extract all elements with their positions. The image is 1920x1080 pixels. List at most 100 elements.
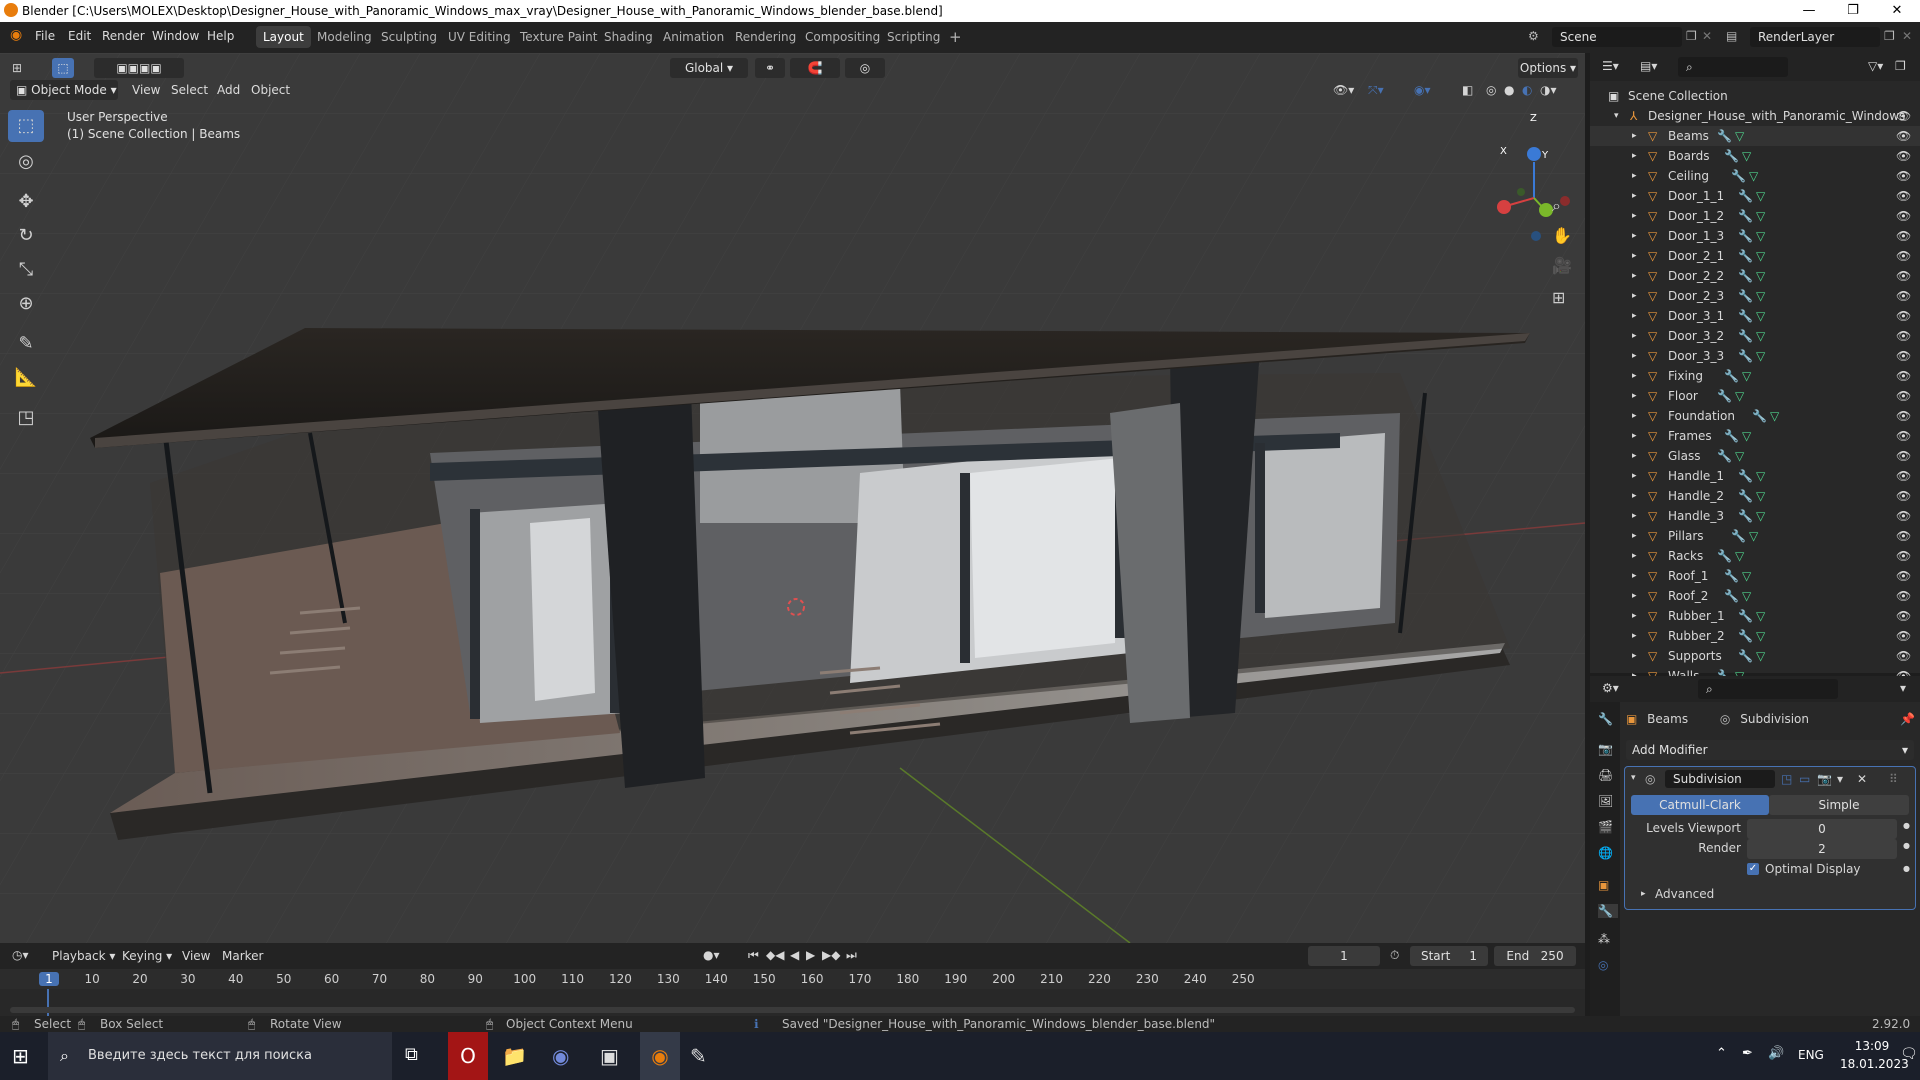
mesh-data-icon[interactable]: ▽ xyxy=(1756,486,1765,506)
mesh-data-icon[interactable]: ▽ xyxy=(1756,466,1765,486)
outliner-collection-row[interactable]: ▾ ⅄ Designer_House_with_Panoramic_Window… xyxy=(1590,106,1920,126)
mesh-data-icon[interactable]: ▽ xyxy=(1742,566,1751,586)
minimize-button[interactable]: — xyxy=(1787,1,1831,21)
ortho-grid-icon[interactable]: ⊞ xyxy=(1552,288,1565,307)
mesh-data-icon[interactable]: ▽ xyxy=(1749,526,1758,546)
outliner-object-row[interactable]: ▸ ▽ Door_1_1 🔧 ▽ 👁 xyxy=(1590,186,1920,206)
outliner-object-row[interactable]: ▸ ▽ Glass 🔧 ▽ 👁 xyxy=(1590,446,1920,466)
next-keyframe-icon[interactable]: ▶◆ xyxy=(822,948,840,962)
modifier-wrench-icon[interactable]: 🔧 xyxy=(1738,246,1753,266)
visibility-eye-icon[interactable]: 👁 xyxy=(1896,506,1911,526)
simple-button[interactable]: Simple xyxy=(1769,795,1909,815)
volume-icon[interactable]: 🔊 xyxy=(1768,1046,1784,1061)
outliner-object-row[interactable]: ▸ ▽ Rubber_2 🔧 ▽ 👁 xyxy=(1590,626,1920,646)
display-mode-icon[interactable]: ▤▾ xyxy=(1640,59,1657,73)
select-box-tool-icon[interactable]: ⬚ xyxy=(8,110,44,142)
proportional-edit-icon[interactable]: ◎ xyxy=(845,58,885,78)
editor-type-icon[interactable]: ⊞ xyxy=(12,61,22,75)
tool-tab-icon[interactable]: 🔧 xyxy=(1598,712,1613,726)
expand-icon[interactable]: ▸ xyxy=(1632,286,1637,306)
modifier-wrench-icon[interactable]: 🔧 xyxy=(1738,306,1753,326)
outliner-object-row[interactable]: ▸ ▽ Door_2_2 🔧 ▽ 👁 xyxy=(1590,266,1920,286)
clock-time[interactable]: 13:09 xyxy=(1842,1039,1902,1053)
advanced-label[interactable]: Advanced xyxy=(1655,887,1714,901)
modifier-wrench-icon[interactable]: 🔧 xyxy=(1738,506,1753,526)
pan-hand-icon[interactable]: ✋ xyxy=(1552,226,1572,245)
visibility-eye-icon[interactable]: 👁 xyxy=(1896,386,1911,406)
expand-icon[interactable]: ▸ xyxy=(1632,446,1637,466)
transform-tool-icon[interactable]: ⊕ xyxy=(8,288,44,320)
properties-search-input[interactable]: ⌕ xyxy=(1698,679,1838,699)
modifier-menu-icon[interactable]: ▾ xyxy=(1837,772,1843,786)
viewport-toggle-icon[interactable]: ▭ xyxy=(1799,772,1810,786)
record-icon[interactable]: ●▾ xyxy=(703,948,720,962)
new-view-layer-icon[interactable]: ❐ xyxy=(1884,29,1895,43)
outliner-object-row[interactable]: ▸ ▽ Door_3_3 🔧 ▽ 👁 xyxy=(1590,346,1920,366)
outliner-object-row[interactable]: ▸ ▽ Handle_2 🔧 ▽ 👁 xyxy=(1590,486,1920,506)
keyframe-dot-icon[interactable]: ● xyxy=(1903,821,1910,830)
modifier-wrench-icon[interactable]: 🔧 xyxy=(1738,486,1753,506)
outliner-object-row[interactable]: ▸ ▽ Door_1_2 🔧 ▽ 👁 xyxy=(1590,206,1920,226)
mesh-data-icon[interactable]: ▽ xyxy=(1756,186,1765,206)
expand-icon[interactable]: ▸ xyxy=(1632,146,1637,166)
clock-date[interactable]: 18.01.2023 xyxy=(1840,1057,1909,1071)
mesh-data-icon[interactable]: ▽ xyxy=(1756,226,1765,246)
menu-render[interactable]: Render xyxy=(102,29,145,43)
particles-tab-icon[interactable]: ⁂ xyxy=(1598,932,1610,946)
scale-tool-icon[interactable]: ⤡ xyxy=(8,254,44,286)
mesh-data-icon[interactable]: ▽ xyxy=(1735,386,1744,406)
render-toggle-icon[interactable]: 📷 xyxy=(1817,772,1832,786)
visibility-eye-icon[interactable]: 👁 xyxy=(1896,226,1911,246)
menu-edit[interactable]: Edit xyxy=(68,29,91,43)
select-mode-icon[interactable]: ⬚ xyxy=(52,58,74,78)
jump-start-icon[interactable]: ⏮ xyxy=(748,948,759,963)
mesh-data-icon[interactable]: ▽ xyxy=(1742,426,1751,446)
expand-icon[interactable]: ▸ xyxy=(1632,346,1637,366)
modifier-wrench-icon[interactable]: 🔧 xyxy=(1731,526,1746,546)
mesh-data-icon[interactable]: ▽ xyxy=(1756,646,1765,666)
modifier-wrench-icon[interactable]: 🔧 xyxy=(1731,166,1746,186)
visibility-eye-icon[interactable]: 👁 xyxy=(1896,166,1911,186)
prev-keyframe-icon[interactable]: ◆◀ xyxy=(766,948,784,962)
end-frame-field[interactable]: End 250 xyxy=(1494,946,1576,966)
edit-mode-toggle-icon[interactable]: ◳ xyxy=(1781,772,1792,786)
expand-icon[interactable]: ▸ xyxy=(1632,226,1637,246)
mesh-data-icon[interactable]: ▽ xyxy=(1756,606,1765,626)
delete-scene-icon[interactable]: ✕ xyxy=(1702,29,1712,43)
tab-sculpting[interactable]: Sculpting xyxy=(374,26,444,48)
modifier-wrench-icon[interactable]: 🔧 xyxy=(1738,346,1753,366)
modifier-wrench-icon[interactable]: 🔧 xyxy=(1724,586,1739,606)
jump-end-icon[interactable]: ⏭ xyxy=(846,948,857,963)
view-layer-field[interactable]: RenderLayer xyxy=(1750,27,1880,47)
expand-icon[interactable]: ▸ xyxy=(1632,546,1637,566)
mesh-data-icon[interactable]: ▽ xyxy=(1735,446,1744,466)
outliner-object-row[interactable]: ▸ ▽ Fixing 🔧 ▽ 👁 xyxy=(1590,366,1920,386)
outliner-object-row[interactable]: ▸ ▽ Racks 🔧 ▽ 👁 xyxy=(1590,546,1920,566)
modifier-wrench-icon[interactable]: 🔧 xyxy=(1738,466,1753,486)
modifier-wrench-icon[interactable]: 🔧 xyxy=(1724,146,1739,166)
gizmo-toggle-icon[interactable]: ⤧▾ xyxy=(1368,83,1384,98)
overlay-toggle-icon[interactable]: ◉▾ xyxy=(1414,83,1431,97)
blender-menu-icon[interactable]: ◉ xyxy=(10,27,22,43)
outliner-object-row[interactable]: ▸ ▽ Pillars 🔧 ▽ 👁 xyxy=(1590,526,1920,546)
mesh-data-icon[interactable]: ▽ xyxy=(1742,146,1751,166)
close-button[interactable]: ✕ xyxy=(1875,1,1919,21)
3d-viewport[interactable] xyxy=(0,53,1585,943)
scene-tab-icon[interactable]: 🎬 xyxy=(1598,820,1613,834)
viewport-menu-add[interactable]: Add xyxy=(217,83,240,97)
mesh-data-icon[interactable]: ▽ xyxy=(1756,266,1765,286)
pin-icon[interactable]: 📌 xyxy=(1900,712,1915,726)
modifier-name-field[interactable]: Subdivision xyxy=(1665,770,1775,788)
outliner-object-row[interactable]: ▸ ▽ Door_2_3 🔧 ▽ 👁 xyxy=(1590,286,1920,306)
outliner-object-row[interactable]: ▸ ▽ Door_3_1 🔧 ▽ 👁 xyxy=(1590,306,1920,326)
tab-shading[interactable]: Shading xyxy=(597,26,660,48)
camera-view-icon[interactable]: 🎥 xyxy=(1552,256,1572,275)
timeline-view-menu[interactable]: View xyxy=(182,949,210,963)
shading-solid-icon[interactable]: ● xyxy=(1504,83,1514,97)
visibility-eye-icon[interactable]: 👁 xyxy=(1896,546,1911,566)
timeline-playback-menu[interactable]: Playback ▾ xyxy=(52,949,115,963)
discord-icon[interactable]: ◉ xyxy=(552,1044,569,1068)
outliner-object-row[interactable]: ▸ ▽ Beams 🔧 ▽ 👁 xyxy=(1590,126,1920,146)
visibility-eye-icon[interactable]: 👁 xyxy=(1896,346,1911,366)
expand-icon[interactable]: ▸ xyxy=(1632,246,1637,266)
